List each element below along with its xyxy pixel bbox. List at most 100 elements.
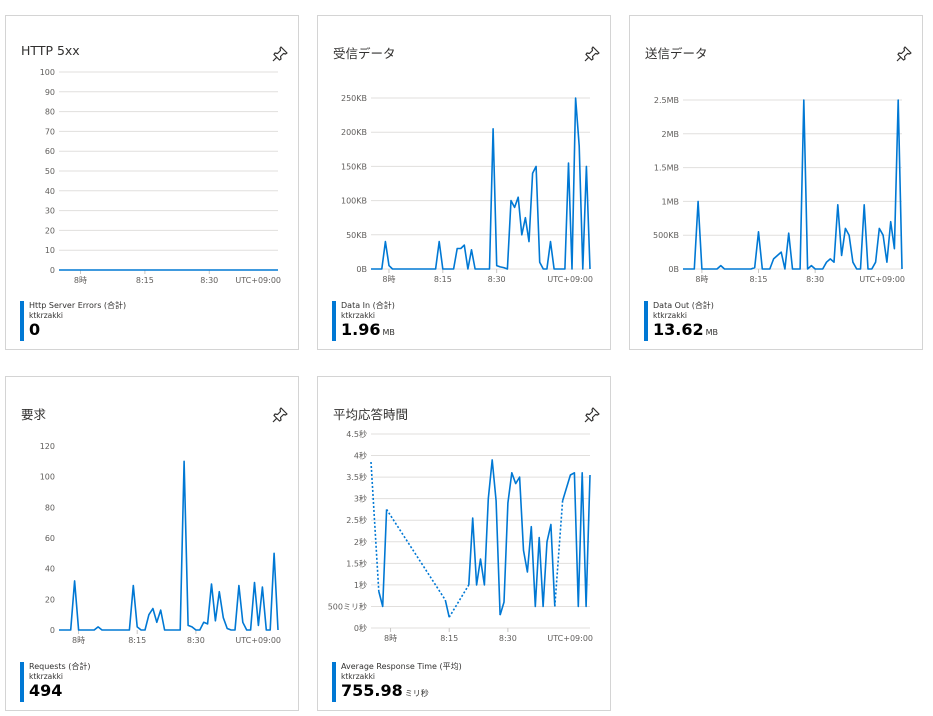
series-line xyxy=(371,97,591,270)
x-tick-label: 8:30 xyxy=(200,276,218,285)
legend-value-row: 0 xyxy=(29,320,126,343)
y-tick-label: 100 xyxy=(40,473,55,482)
legend-value: 0 xyxy=(29,320,41,339)
x-tick-label: 8:30 xyxy=(806,275,824,284)
y-tick-label: 80 xyxy=(45,108,55,117)
x-tick-label: 8:30 xyxy=(499,634,517,643)
legend-http-server-errors[interactable]: Http Server Errors (合計) ktkrzakki 0 xyxy=(20,301,126,341)
y-tick-label: 10 xyxy=(45,246,55,255)
legend-resource-name: ktkrzakki xyxy=(341,672,376,681)
y-tick-label: 100KB xyxy=(341,197,367,206)
y-tick-label: 70 xyxy=(45,127,55,136)
y-tick-label: 2MB xyxy=(662,130,679,139)
x-tick-label: 8時 xyxy=(74,276,87,285)
legend-value-row: 13.62 MB xyxy=(653,320,718,343)
legend-value: 755.98 xyxy=(341,681,403,700)
legend-value-row: 1.96 MB xyxy=(341,320,395,343)
y-tick-label: 3秒 xyxy=(354,494,367,504)
y-tick-label: 0秒 xyxy=(354,623,367,633)
y-tick-label: 50KB xyxy=(346,231,367,240)
x-tick-label: 8時 xyxy=(382,275,395,284)
y-tick-label: 200KB xyxy=(341,128,367,137)
legend-metric-name: Requests (合計) xyxy=(29,662,91,671)
legend-avg-response-time[interactable]: Average Response Time (平均) ktkrzakki 755… xyxy=(332,662,462,702)
chart-tile-http-5xx[interactable]: HTTP 5xx 0 10 20 30 40 50 60 70 80 90 100 8時 8:15 8:3… xyxy=(5,15,299,350)
y-tick-label: 60 xyxy=(45,147,55,156)
y-tick-label: 500KB xyxy=(653,231,679,240)
series-line xyxy=(370,461,380,592)
y-tick-label: 0 xyxy=(50,626,55,635)
chart-tile-requests[interactable]: 要求 0 20 40 60 80 100 120 8時 8:15 8:30 UTC+09:00 Re… xyxy=(5,376,299,711)
x-tick-label: 8:30 xyxy=(187,636,205,645)
x-tick-label: 8:15 xyxy=(440,634,458,643)
y-tick-label: 0B xyxy=(668,265,679,274)
y-tick-label: 2.5秒 xyxy=(346,515,367,525)
y-tick-label: 80 xyxy=(45,503,55,512)
y-tick-label: 30 xyxy=(45,207,55,216)
y-tick-label: 50 xyxy=(45,167,55,176)
chart-tile-data-out[interactable]: 送信データ 0B 500KB 1MB 1.5MB 2MB 2.5MB 8時 8:15 8:30 U… xyxy=(629,15,923,350)
y-tick-label: 60 xyxy=(45,534,55,543)
x-tick-label: 8時 xyxy=(72,636,85,645)
y-tick-label: 90 xyxy=(45,88,55,97)
legend-requests[interactable]: Requests (合計) ktkrzakki 494 xyxy=(20,662,90,702)
x-tick-label: 8時 xyxy=(695,275,708,284)
legend-metric-name: Http Server Errors (合計) xyxy=(29,301,127,310)
series-line xyxy=(554,500,564,607)
timezone-label: UTC+09:00 xyxy=(235,636,281,645)
y-tick-label: 4秒 xyxy=(354,451,367,461)
chart-tile-avg-response-time[interactable]: 平均応答時間 0秒 500ミリ秒 1秒 1.5秒 2秒 2.5秒 3秒 3.5秒 4秒 4.5秒 8… xyxy=(317,376,611,711)
legend-data-out[interactable]: Data Out (合計) ktkrzakki 13.62 MB xyxy=(644,301,718,341)
legend-data-in[interactable]: Data In (合計) ktkrzakki 1.96 MB xyxy=(332,301,395,341)
legend-metric-name: Average Response Time (平均) xyxy=(341,662,462,671)
y-tick-label: 40 xyxy=(45,187,55,196)
y-tick-label: 0B xyxy=(356,265,367,274)
timezone-label: UTC+09:00 xyxy=(235,276,281,285)
legend-unit: MB xyxy=(382,328,395,337)
y-tick-label: 0 xyxy=(50,266,55,275)
y-tick-label: 1.5秒 xyxy=(346,558,367,568)
y-tick-label: 20 xyxy=(45,595,55,604)
timezone-label: UTC+09:00 xyxy=(859,275,905,284)
y-tick-label: 120 xyxy=(40,442,55,451)
legend-metric-name: Data Out (合計) xyxy=(653,301,714,310)
legend-metric-name: Data In (合計) xyxy=(341,301,395,310)
y-tick-label: 4.5秒 xyxy=(346,429,367,439)
series-line xyxy=(499,472,556,616)
x-tick-label: 8:15 xyxy=(136,276,154,285)
y-tick-label: 500ミリ秒 xyxy=(328,601,367,611)
y-tick-label: 100 xyxy=(40,68,55,77)
legend-resource-name: ktkrzakki xyxy=(29,672,64,681)
series-line xyxy=(448,584,470,618)
series-line xyxy=(59,460,279,631)
legend-unit: MB xyxy=(705,328,718,337)
y-tick-label: 1MB xyxy=(662,197,679,206)
legend-resource-name: ktkrzakki xyxy=(29,311,64,320)
y-tick-label: 250KB xyxy=(341,94,367,103)
y-tick-label: 150KB xyxy=(341,162,367,171)
y-tick-label: 40 xyxy=(45,565,55,574)
series-line xyxy=(385,508,446,601)
chart-tile-data-in[interactable]: 受信データ 0B 50KB 100KB 150KB 200KB 250KB 8時 8:15 8:… xyxy=(317,15,611,350)
legend-resource-name: ktkrzakki xyxy=(341,311,376,320)
x-tick-label: 8:15 xyxy=(128,636,146,645)
y-tick-label: 1秒 xyxy=(354,580,367,590)
legend-value: 1.96 xyxy=(341,320,381,339)
legend-value: 494 xyxy=(29,681,63,700)
series-line xyxy=(444,599,450,618)
legend-unit: ミリ秒 xyxy=(404,689,429,698)
x-tick-label: 8時 xyxy=(384,634,397,643)
series-line xyxy=(683,99,903,270)
y-tick-label: 1.5MB xyxy=(654,164,679,173)
series-line xyxy=(468,459,501,616)
legend-resource-name: ktkrzakki xyxy=(653,311,688,320)
y-tick-label: 3.5秒 xyxy=(346,472,367,482)
series-line xyxy=(378,509,388,608)
y-tick-label: 2秒 xyxy=(354,537,367,547)
timezone-label: UTC+09:00 xyxy=(547,275,593,284)
series-line xyxy=(561,472,591,608)
y-tick-label: 2.5MB xyxy=(654,96,679,105)
x-tick-label: 8:15 xyxy=(750,275,768,284)
x-tick-label: 8:15 xyxy=(434,275,452,284)
legend-value-row: 494 xyxy=(29,681,90,704)
